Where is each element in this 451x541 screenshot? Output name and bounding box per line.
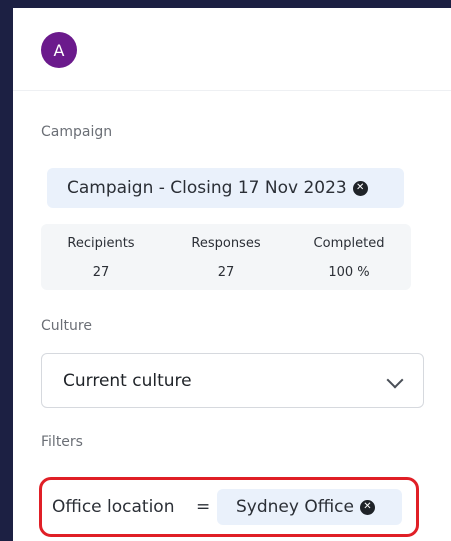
filter-row-highlighted: Office location = Sydney Office ✕ bbox=[39, 477, 419, 537]
user-avatar[interactable]: A bbox=[41, 32, 77, 68]
stat-responses: Responses 27 bbox=[166, 236, 286, 280]
filter-operator: = bbox=[196, 497, 211, 517]
culture-label: Culture bbox=[41, 318, 92, 334]
avatar-initial: A bbox=[53, 40, 65, 60]
close-circle-icon[interactable]: ✕ bbox=[352, 180, 368, 196]
stat-recipients: Recipients 27 bbox=[41, 236, 161, 280]
stat-label: Recipients bbox=[67, 236, 135, 251]
filter-value: Sydney Office bbox=[236, 497, 354, 517]
stat-completed: Completed 100 % bbox=[289, 236, 409, 280]
stat-value: 27 bbox=[92, 265, 110, 280]
filter-panel: A Campaign Campaign - Closing 17 Nov 202… bbox=[13, 8, 451, 541]
panel-header: A bbox=[13, 8, 451, 91]
culture-select[interactable]: Current culture bbox=[41, 353, 424, 408]
filters-label: Filters bbox=[41, 434, 83, 450]
filter-value-chip[interactable]: Sydney Office ✕ bbox=[217, 489, 402, 525]
chevron-down-icon[interactable] bbox=[386, 371, 404, 389]
stat-label: Completed bbox=[313, 236, 385, 251]
filter-key: Office location bbox=[52, 497, 175, 517]
stat-label: Responses bbox=[191, 236, 261, 251]
campaign-label: Campaign bbox=[41, 124, 113, 140]
stat-value: 100 % bbox=[328, 265, 370, 280]
stat-value: 27 bbox=[217, 265, 235, 280]
campaign-stats: Recipients 27 Responses 27 Completed 100… bbox=[41, 224, 411, 290]
campaign-chip-label: Campaign - Closing 17 Nov 2023 bbox=[67, 178, 347, 198]
app-frame: A Campaign Campaign - Closing 17 Nov 202… bbox=[0, 0, 451, 541]
culture-select-value: Current culture bbox=[63, 370, 192, 391]
campaign-chip[interactable]: Campaign - Closing 17 Nov 2023 ✕ bbox=[47, 168, 404, 208]
close-circle-icon[interactable]: ✕ bbox=[359, 499, 375, 515]
